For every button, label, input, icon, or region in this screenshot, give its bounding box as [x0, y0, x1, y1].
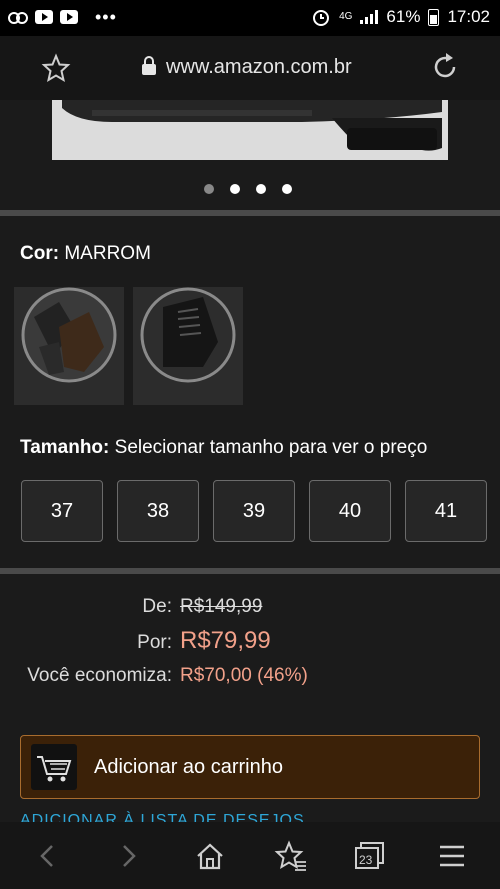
color-value: MARROM [64, 243, 151, 264]
size-hint: Selecionar tamanho para ver o preço [114, 437, 428, 458]
network-type: 4G [339, 11, 353, 22]
lock-icon [142, 56, 156, 75]
size-option-41[interactable]: 41 [405, 480, 487, 542]
url-text: www.amazon.com.br [166, 56, 352, 78]
add-to-cart-label: Adicionar ao carrinho [94, 756, 283, 778]
youtube-icon [35, 10, 53, 24]
carousel-indicator [204, 184, 292, 194]
reload-icon[interactable] [428, 50, 462, 84]
browser-url-bar: www.amazon.com.br [0, 36, 500, 100]
boot-image [52, 100, 448, 160]
alarm-icon [313, 10, 330, 26]
section-divider [0, 568, 500, 574]
price-savings: R$70,00 (46%) [180, 665, 308, 686]
swatch-image [21, 287, 117, 383]
browser-bottom-nav: 23 [0, 822, 500, 889]
bookmark-star-icon[interactable] [40, 52, 72, 84]
back-icon[interactable] [30, 840, 66, 872]
price-savings-row: Você economiza: R$70,00 (46%) [0, 665, 500, 687]
color-label: Cor: [20, 243, 60, 264]
more-notifications-icon: ••• [95, 7, 117, 27]
tab-count: 23 [359, 853, 373, 867]
size-option-37[interactable]: 37 [21, 480, 103, 542]
add-to-cart-button[interactable]: Adicionar ao carrinho [20, 735, 480, 799]
cart-icon [37, 756, 72, 782]
system-status: 4G 61% 17:02 [311, 7, 490, 27]
price-current-row: Por: R$79,99 [0, 627, 500, 655]
color-swatch-preto[interactable] [133, 287, 243, 405]
section-divider [0, 210, 500, 216]
youtube-icon-2 [60, 10, 78, 24]
notification-icons: ••• [8, 7, 117, 27]
price-original-row: De: R$149,99 [0, 596, 500, 618]
color-swatch-marrom[interactable] [14, 287, 124, 405]
price-savings-label: Você economiza: [27, 665, 172, 686]
carousel-dot[interactable] [256, 184, 266, 194]
size-label: Tamanho: [20, 437, 110, 458]
size-options: 37 38 39 40 41 [21, 480, 487, 542]
carousel-dot[interactable] [282, 184, 292, 194]
carousel-dot[interactable] [230, 184, 240, 194]
status-bar: ••• 4G 61% 17:02 [0, 0, 500, 36]
price-current-label: Por: [137, 632, 172, 653]
size-option-38[interactable]: 38 [117, 480, 199, 542]
price-current: R$79,99 [180, 627, 271, 654]
size-option-40[interactable]: 40 [309, 480, 391, 542]
color-selection-label: Cor: MARROM [20, 243, 151, 265]
carousel-dot[interactable] [204, 184, 214, 194]
size-option-39[interactable]: 39 [213, 480, 295, 542]
swatch-image [140, 287, 236, 383]
signal-icon [360, 10, 379, 24]
address-field[interactable]: www.amazon.com.br [142, 56, 352, 79]
tabs-button[interactable]: 23 [352, 840, 388, 872]
price-original-label: De: [142, 596, 172, 617]
price-original: R$149,99 [180, 596, 263, 617]
bookmarks-icon[interactable] [273, 840, 309, 872]
home-icon[interactable] [192, 840, 228, 872]
notification-app-icon [8, 12, 28, 24]
battery-percent: 61% [386, 7, 421, 26]
forward-icon[interactable] [110, 840, 146, 872]
size-selection-label: Tamanho: Selecionar tamanho para ver o p… [20, 437, 427, 459]
menu-icon[interactable] [434, 840, 470, 872]
product-image[interactable] [52, 100, 448, 160]
cart-icon-container [31, 744, 77, 790]
battery-icon [428, 8, 440, 26]
clock: 17:02 [447, 7, 490, 26]
